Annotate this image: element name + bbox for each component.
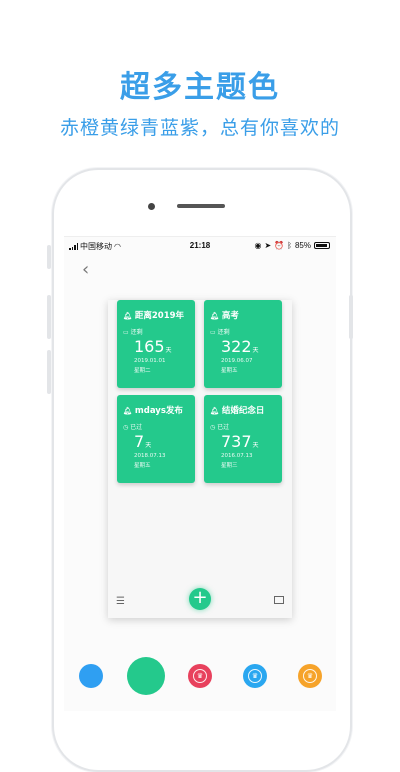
status-bar: 中国移动 ◠ 21:18 ◉ ➤ ⏰ ᛒ 85% (64, 237, 336, 255)
tile-weekday: 星期五 (221, 368, 238, 374)
tile-date: 2019.06.07 (221, 358, 253, 364)
bell-icon: 🔔︎ (123, 312, 132, 320)
volume-up-button (47, 295, 51, 339)
event-tile[interactable]: 🔔︎ 距离2019年 ▭ 还剩 165天 2019.01.01 星期二 (117, 300, 195, 388)
battery-icon (314, 242, 330, 249)
crown-icon: ♛ (303, 669, 317, 683)
tile-title: 距离2019年 (134, 311, 185, 321)
tile-value: 165 (134, 337, 165, 356)
tile-title: mdays发布 (134, 406, 183, 416)
tile-status: 还剩 (217, 329, 230, 336)
theme-swatch-lightblue[interactable]: ♛ (243, 664, 267, 688)
promo-title: 超多主题色 (120, 70, 280, 105)
theme-swatch-green[interactable] (127, 657, 165, 695)
battery-percent: 85% (294, 241, 311, 250)
theme-preview-card: 🔔︎ 距离2019年 ▭ 还剩 165天 2019.01.01 星期二 🔔︎ 高考 … (108, 300, 292, 618)
calendar-icon: ▭ (210, 329, 218, 336)
tile-weekday: 星期五 (134, 463, 151, 469)
back-arrow-icon[interactable]: ‹ (82, 259, 89, 280)
mute-switch (47, 245, 51, 269)
tile-status: 已过 (130, 424, 143, 431)
calendar-icon: ▭ (123, 329, 131, 336)
tile-date: 2019.01.01 (134, 358, 166, 364)
crown-icon: ♛ (193, 669, 207, 683)
tile-unit: 天 (165, 347, 172, 354)
tile-date: 2016.07.13 (221, 453, 253, 459)
alarm-icon: ⏰ (274, 241, 285, 250)
front-camera (148, 203, 155, 210)
tile-value: 322 (221, 337, 252, 356)
lock-rotation-icon: ◉ (254, 241, 262, 250)
theme-swatch-blue[interactable] (79, 664, 103, 688)
location-icon: ➤ (264, 241, 272, 250)
tile-title: 结婚纪念日 (221, 406, 265, 416)
bluetooth-icon: ᛒ (287, 241, 292, 250)
event-tile[interactable]: 🔔︎ 高考 ▭ 还剩 322天 2019.06.07 星期五 (204, 300, 282, 388)
add-button[interactable]: + (189, 588, 211, 610)
tile-unit: 天 (252, 347, 259, 354)
event-tile[interactable]: 🔔︎ 结婚纪念日 ◷ 已过 737天 2016.07.13 星期三 (204, 395, 282, 483)
tile-unit: 天 (252, 442, 259, 449)
tile-weekday: 星期二 (134, 368, 151, 374)
power-button (349, 295, 353, 339)
promo-subtitle: 赤橙黄绿青蓝紫，总有你喜欢的 (59, 117, 340, 139)
crown-icon: ♛ (248, 669, 262, 683)
theme-swatch-orange[interactable]: ♛ (298, 664, 322, 688)
tile-title: 高考 (221, 311, 239, 321)
tile-value: 737 (221, 432, 252, 451)
tile-value: 7 (134, 432, 145, 451)
tile-status: 还剩 (130, 329, 143, 336)
device-icon[interactable] (274, 596, 284, 604)
bell-icon: 🔔︎ (210, 407, 219, 415)
theme-swatch-red[interactable]: ♛ (188, 664, 212, 688)
tile-unit: 天 (145, 442, 152, 449)
menu-icon[interactable]: ☰ (116, 596, 125, 607)
event-tile[interactable]: 🔔︎ mdays发布 ◷ 已过 7天 2018.07.13 星期五 (117, 395, 195, 483)
bell-icon: 🔔︎ (123, 407, 132, 415)
phone-screen: 中国移动 ◠ 21:18 ◉ ➤ ⏰ ᛒ 85% ‹ 🔔︎ 距离2019年 ▭ 还… (64, 236, 336, 711)
bell-icon: 🔔︎ (210, 312, 219, 320)
volume-down-button (47, 350, 51, 394)
tile-status: 已过 (217, 424, 230, 431)
tile-weekday: 星期三 (221, 463, 238, 469)
earpiece-speaker (177, 204, 225, 208)
tile-date: 2018.07.13 (134, 453, 166, 459)
